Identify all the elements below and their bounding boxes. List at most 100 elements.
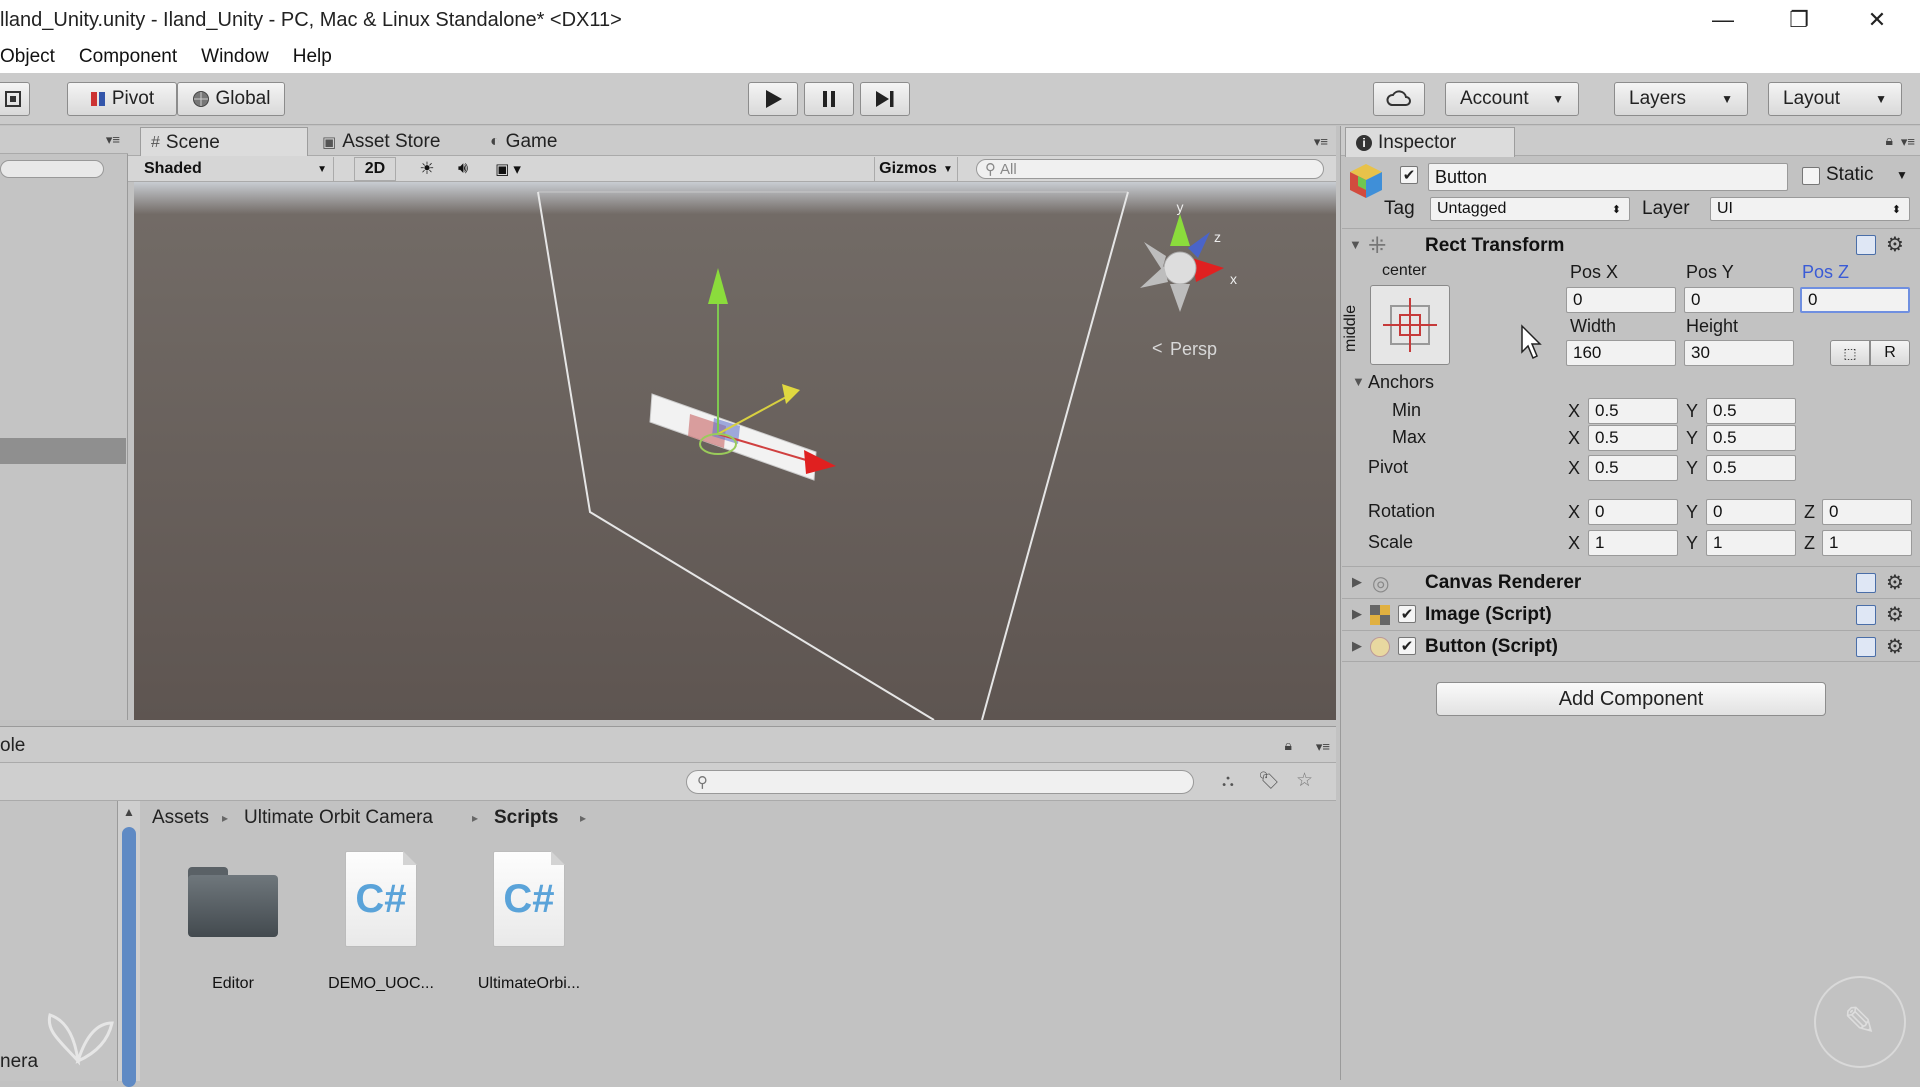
scale-z-field[interactable]: 1: [1822, 530, 1912, 556]
hierarchy-search-input[interactable]: [0, 160, 104, 178]
tab-scene[interactable]: # Scene: [140, 127, 308, 157]
pivot-x-field[interactable]: 0.5: [1588, 455, 1678, 481]
folder-tree-item[interactable]: nera: [0, 1051, 38, 1073]
blueprint-mode-button[interactable]: ⬚: [1830, 340, 1870, 366]
active-checkbox[interactable]: ✔: [1400, 166, 1418, 184]
scale-x-field[interactable]: 1: [1588, 530, 1678, 556]
lock-icon[interactable]: 🔒︎: [1886, 132, 1893, 149]
gear-icon[interactable]: ⚙: [1886, 602, 1904, 627]
raw-edit-button[interactable]: R: [1870, 340, 1910, 366]
anchor-max-x-field[interactable]: 0.5: [1588, 425, 1678, 451]
tab-game[interactable]: ◐ Game: [480, 127, 567, 157]
foldout-arrow-icon[interactable]: ▶: [1352, 638, 1362, 654]
foldout-arrow-icon[interactable]: ▶: [1352, 574, 1362, 590]
help-book-icon[interactable]: [1856, 235, 1876, 255]
panel-menu-icon[interactable]: ▾≡: [106, 132, 120, 148]
panel-menu-icon[interactable]: ▾≡: [1316, 739, 1330, 755]
gear-icon[interactable]: ⚙: [1886, 570, 1904, 595]
rotation-x-field[interactable]: 0: [1588, 499, 1678, 525]
add-component-button[interactable]: Add Component: [1436, 682, 1826, 716]
scrollbar-thumb[interactable]: [122, 827, 136, 1087]
button-script-component[interactable]: ▶ ✔ Button (Script) ⚙: [1342, 630, 1920, 662]
menu-component[interactable]: Component: [79, 46, 177, 68]
pos-y-field[interactable]: 0: [1684, 287, 1794, 313]
shading-mode-dropdown[interactable]: Shaded ▼: [138, 157, 334, 181]
layout-dropdown[interactable]: Layout ▼: [1768, 82, 1902, 116]
tag-dropdown[interactable]: Untagged ⬍: [1430, 197, 1630, 221]
help-book-icon[interactable]: [1856, 637, 1876, 657]
folder-tree-scrollbar[interactable]: ▲: [118, 801, 140, 1087]
panel-menu-icon[interactable]: ▾≡: [1901, 134, 1915, 150]
hierarchy-selected-row[interactable]: [0, 438, 126, 464]
gear-icon[interactable]: ⚙: [1886, 232, 1904, 257]
foldout-arrow-icon[interactable]: ▶: [1352, 606, 1362, 622]
project-search-input[interactable]: ⚲: [686, 770, 1194, 794]
scale-y-field[interactable]: 1: [1706, 530, 1796, 556]
image-enabled-checkbox[interactable]: ✔: [1398, 605, 1416, 623]
anchor-min-y-field[interactable]: 0.5: [1706, 398, 1796, 424]
static-checkbox[interactable]: [1802, 167, 1820, 185]
anchors-label[interactable]: Anchors: [1368, 372, 1434, 393]
breadcrumb-ultimate-orbit-camera[interactable]: Ultimate Orbit Camera: [244, 807, 433, 829]
panel-menu-icon[interactable]: ▾≡: [1314, 134, 1328, 150]
step-button[interactable]: [860, 82, 910, 116]
layer-dropdown[interactable]: UI ⬍: [1710, 197, 1910, 221]
rotation-z-field[interactable]: 0: [1822, 499, 1912, 525]
asset-item[interactable]: C# UltimateOrbi...: [454, 851, 604, 993]
anchor-min-x-field[interactable]: 0.5: [1588, 398, 1678, 424]
pos-x-field[interactable]: 0: [1566, 287, 1676, 313]
tab-asset-store[interactable]: ▣ Asset Store: [312, 127, 450, 157]
persp-label[interactable]: Persp: [1170, 339, 1217, 359]
gizmos-dropdown[interactable]: Gizmos ▼: [874, 157, 958, 181]
pivot-toggle-button[interactable]: Pivot: [67, 82, 177, 116]
anchor-max-y-field[interactable]: 0.5: [1706, 425, 1796, 451]
asset-item[interactable]: C# DEMO_UOC...: [306, 851, 456, 993]
account-dropdown[interactable]: Account ▼: [1445, 82, 1579, 116]
effects-toggle-icon[interactable]: ▣ ▾: [488, 157, 528, 181]
lock-icon[interactable]: 🔒︎: [1285, 737, 1292, 754]
asset-item[interactable]: Editor: [158, 863, 308, 993]
canvas-renderer-component[interactable]: ▶ ◎ Canvas Renderer ⚙: [1342, 566, 1920, 598]
filter-by-label-icon[interactable]: 🏷︎: [1258, 771, 1280, 791]
cloud-button[interactable]: [1373, 82, 1425, 116]
rotation-y-field[interactable]: 0: [1706, 499, 1796, 525]
anchors-foldout-arrow-icon[interactable]: ▼: [1352, 374, 1365, 389]
foldout-arrow-icon[interactable]: ▼: [1349, 237, 1362, 252]
menu-object[interactable]: Object: [0, 46, 55, 68]
minimize-button[interactable]: —: [1688, 0, 1758, 40]
menu-window[interactable]: Window: [201, 46, 269, 68]
maximize-button[interactable]: ❐: [1764, 0, 1834, 40]
menu-help[interactable]: Help: [293, 46, 332, 68]
close-button[interactable]: ✕: [1842, 0, 1912, 40]
scene-viewport[interactable]: y z x < Persp: [134, 182, 1336, 720]
scene-search-input[interactable]: ⚲ All: [976, 159, 1324, 179]
pivot-y-field[interactable]: 0.5: [1706, 455, 1796, 481]
static-dropdown-arrow-icon[interactable]: ▼: [1896, 168, 1908, 182]
breadcrumb-scripts[interactable]: Scripts: [494, 807, 558, 829]
favorite-star-icon[interactable]: ☆: [1296, 769, 1313, 792]
breadcrumb-assets[interactable]: Assets: [152, 807, 209, 829]
tab-console[interactable]: ole: [0, 735, 25, 757]
width-field[interactable]: 160: [1566, 340, 1676, 366]
gear-icon[interactable]: ⚙: [1886, 634, 1904, 659]
2d-toggle-button[interactable]: 2D: [354, 157, 396, 181]
help-book-icon[interactable]: [1856, 605, 1876, 625]
height-field[interactable]: 30: [1684, 340, 1794, 366]
rect-tool-icon[interactable]: [0, 82, 30, 116]
layers-dropdown[interactable]: Layers ▼: [1614, 82, 1748, 116]
button-enabled-checkbox[interactable]: ✔: [1398, 637, 1416, 655]
pos-z-field[interactable]: 0: [1800, 287, 1910, 313]
tab-inspector[interactable]: i Inspector: [1345, 127, 1515, 157]
lighting-toggle-icon[interactable]: ☀: [412, 157, 442, 181]
scroll-up-arrow-icon[interactable]: ▲: [123, 805, 135, 819]
image-script-component[interactable]: ▶ ✔ Image (Script) ⚙: [1342, 598, 1920, 630]
anchor-preset-button[interactable]: [1370, 285, 1450, 365]
object-name-field[interactable]: Button: [1428, 163, 1788, 191]
pause-button[interactable]: [804, 82, 854, 116]
help-book-icon[interactable]: [1856, 573, 1876, 593]
filter-by-type-icon[interactable]: ⛬: [1222, 771, 1234, 791]
play-button[interactable]: [748, 82, 798, 116]
audio-toggle-icon[interactable]: 🔊︎: [448, 157, 478, 181]
rect-transform-header[interactable]: ▼ ⁜ Rect Transform ⚙: [1342, 228, 1920, 260]
global-toggle-button[interactable]: Global: [177, 82, 285, 116]
